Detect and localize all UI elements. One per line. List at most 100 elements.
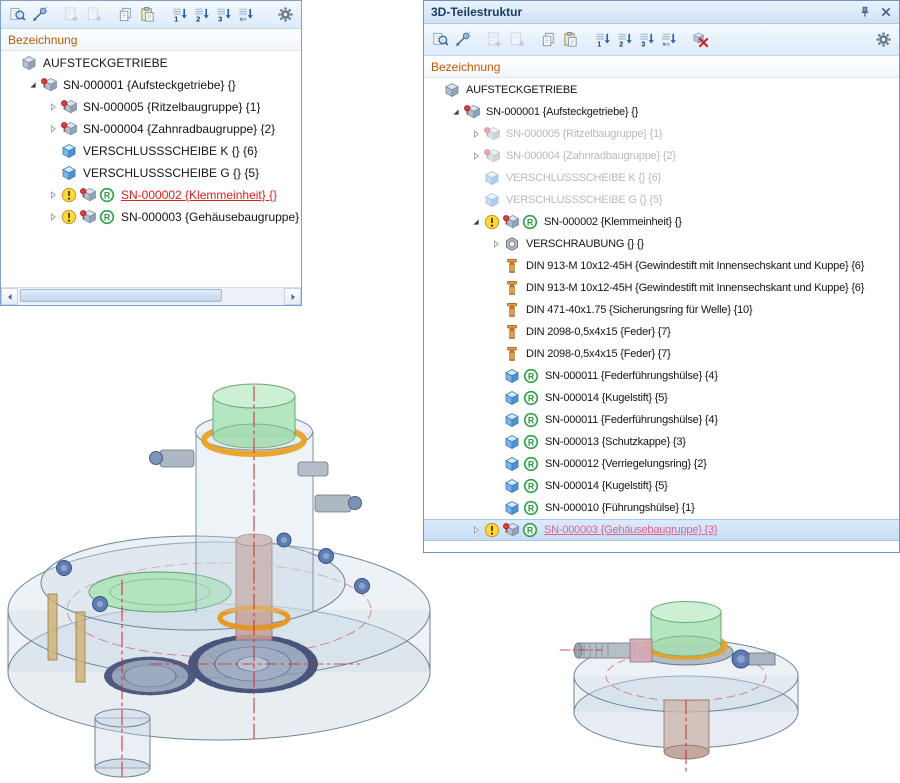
- tree-item[interactable]: DIN 913-M 10x12-45H {Gewindestift mit In…: [424, 277, 899, 299]
- sort-level-3-button[interactable]: 3: [212, 4, 234, 26]
- tree-item[interactable]: SN-000004 {Zahnradbaugruppe} {2}: [1, 118, 301, 140]
- close-button[interactable]: [877, 4, 894, 20]
- sort-level-2-button[interactable]: 2: [190, 4, 212, 26]
- clear-marking-button[interactable]: [689, 29, 711, 51]
- expand-arrow-icon[interactable]: [468, 148, 484, 164]
- pin-button[interactable]: [856, 4, 873, 20]
- copy-button[interactable]: [114, 4, 136, 26]
- warning-icon: [61, 187, 77, 203]
- settings-gear-button[interactable]: [872, 29, 894, 51]
- panel-titlebar[interactable]: 3D-Teilestruktur: [424, 1, 899, 24]
- toolbar-group: [689, 29, 711, 51]
- settings-gear-button[interactable]: [274, 4, 296, 26]
- tree-item[interactable]: RSN-000014 {Kugelstift} {5}: [424, 387, 899, 409]
- sort-level-2-button[interactable]: 2: [613, 29, 635, 51]
- tree-item[interactable]: DIN 2098-0,5x4x15 {Feder} {7}: [424, 343, 899, 365]
- expand-arrow-icon[interactable]: [45, 121, 61, 137]
- tree-item-label: SN-000001 {Aufsteckgetriebe} {}: [60, 78, 239, 92]
- svg-text:1: 1: [174, 14, 178, 23]
- tree-item[interactable]: RSN-000013 {Schutzkappe} {3}: [424, 431, 899, 453]
- tree-item[interactable]: DIN 913-M 10x12-45H {Gewindestift mit In…: [424, 255, 899, 277]
- collapse-arrow-icon[interactable]: [448, 104, 464, 120]
- tree-item[interactable]: AUFSTECKGETRIEBE: [1, 52, 301, 74]
- tree-item[interactable]: RSN-000011 {Federführungshülse} {4}: [424, 409, 899, 431]
- paste-button[interactable]: [559, 29, 581, 51]
- pick-element-button[interactable]: [451, 29, 473, 51]
- subassembly-pinned-icon: [484, 126, 500, 142]
- column-header-bezeichnung[interactable]: Bezeichnung: [424, 56, 899, 78]
- tree-item[interactable]: RSN-000011 {Federführungshülse} {4}: [424, 365, 899, 387]
- tree-item[interactable]: RSN-000010 {Führungshülse} {1}: [424, 497, 899, 519]
- expand-arrow-icon[interactable]: [468, 522, 484, 538]
- tree-item[interactable]: AUFSTECKGETRIEBE: [424, 79, 899, 101]
- indent-spacer: [424, 222, 468, 223]
- expand-arrow-icon[interactable]: [488, 236, 504, 252]
- main-assembly-3d[interactable]: [8, 384, 430, 780]
- tree-item[interactable]: SN-000005 {Ritzelbaugruppe} {1}: [1, 96, 301, 118]
- sort-structure-button[interactable]: [234, 4, 256, 26]
- tree-item-label: SN-000012 {Verriegelungsring} {2}: [542, 458, 710, 470]
- indent-spacer: [1, 217, 45, 218]
- copy-button[interactable]: [537, 29, 559, 51]
- released-icon: R: [99, 209, 115, 225]
- zoom-selection-button[interactable]: [6, 4, 28, 26]
- tree-item[interactable]: VERSCHLUSSSCHEIBE K {} {6}: [424, 167, 899, 189]
- tree-item[interactable]: DIN 471-40x1.75 {Sicherungsring für Well…: [424, 299, 899, 321]
- tree-item[interactable]: RSN-000002 {Klemmeinheit} {}: [1, 184, 301, 206]
- indent-spacer: [424, 266, 488, 267]
- indent-spacer: [424, 310, 488, 311]
- tree-item[interactable]: VERSCHLUSSSCHEIBE G {} {5}: [424, 189, 899, 211]
- scrollbar-track[interactable]: [18, 288, 284, 305]
- column-header-bezeichnung[interactable]: Bezeichnung: [1, 29, 301, 51]
- tree-item[interactable]: RSN-000002 {Klemmeinheit} {}: [424, 211, 899, 233]
- expand-arrow-icon[interactable]: [45, 99, 61, 115]
- pick-element-button[interactable]: [28, 4, 50, 26]
- tree-item[interactable]: RSN-000012 {Verriegelungsring} {2}: [424, 453, 899, 475]
- expand-arrow-icon[interactable]: [45, 209, 61, 225]
- tree-item[interactable]: VERSCHLUSSSCHEIBE G {} {5}: [1, 162, 301, 184]
- indent-spacer: [1, 173, 45, 174]
- indent-spacer: [424, 530, 468, 531]
- svg-text:2: 2: [619, 39, 623, 48]
- indent-spacer: [424, 244, 488, 245]
- tree-item[interactable]: VERSCHRAUBUNG {} {}: [424, 233, 899, 255]
- expand-arrow-icon[interactable]: [468, 126, 484, 142]
- svg-text:3: 3: [218, 14, 222, 23]
- svg-text:R: R: [104, 212, 111, 222]
- tree-item[interactable]: SN-000004 {Zahnradbaugruppe} {2}: [424, 145, 899, 167]
- left-panel-toolbar: 1 2 3: [1, 1, 301, 29]
- tree-item[interactable]: RSN-000003 {Gehäusebaugruppe} {3}: [424, 519, 899, 541]
- scroll-right-button[interactable]: [284, 288, 301, 305]
- scroll-left-button[interactable]: [1, 288, 18, 305]
- sub-assembly-3d[interactable]: [560, 602, 798, 773]
- collapse-arrow-icon[interactable]: [25, 77, 41, 93]
- expand-arrow-icon[interactable]: [45, 187, 61, 203]
- svg-text:2: 2: [196, 14, 200, 23]
- arrow-placeholder: [488, 456, 504, 472]
- tree-item[interactable]: RSN-000014 {Kugelstift} {5}: [424, 475, 899, 497]
- arrow-placeholder: [5, 55, 21, 71]
- tree-item[interactable]: VERSCHLUSSSCHEIBE K {} {6}: [1, 140, 301, 162]
- panel-title: 3D-Teilestruktur: [431, 5, 852, 19]
- horizontal-scrollbar[interactable]: [1, 287, 301, 305]
- sort-level-1-button[interactable]: 1: [591, 29, 613, 51]
- tree-item[interactable]: RSN-000003 {Gehäusebaugruppe} {3}: [1, 206, 301, 228]
- zoom-selection-button[interactable]: [429, 29, 451, 51]
- collapse-arrow-icon[interactable]: [468, 214, 484, 230]
- sort-structure-button[interactable]: [657, 29, 679, 51]
- scroll-right-icon: [289, 293, 297, 301]
- scrollbar-thumb[interactable]: [20, 289, 222, 302]
- zoom-selection-icon: [9, 6, 26, 23]
- sort-level-3-button[interactable]: 3: [635, 29, 657, 51]
- sort-level-1-button[interactable]: 1: [168, 4, 190, 26]
- svg-text:R: R: [527, 217, 534, 227]
- tree-item-label: AUFSTECKGETRIEBE: [40, 56, 171, 70]
- tree-item[interactable]: DIN 2098-0,5x4x15 {Feder} {7}: [424, 321, 899, 343]
- tree-item[interactable]: SN-000001 {Aufsteckgetriebe} {}: [1, 74, 301, 96]
- tree-item[interactable]: SN-000001 {Aufsteckgetriebe} {}: [424, 101, 899, 123]
- scroll-left-icon: [6, 293, 14, 301]
- paste-button[interactable]: [136, 4, 158, 26]
- arrow-placeholder: [468, 170, 484, 186]
- tree-item[interactable]: SN-000005 {Ritzelbaugruppe} {1}: [424, 123, 899, 145]
- close-icon: [880, 6, 892, 18]
